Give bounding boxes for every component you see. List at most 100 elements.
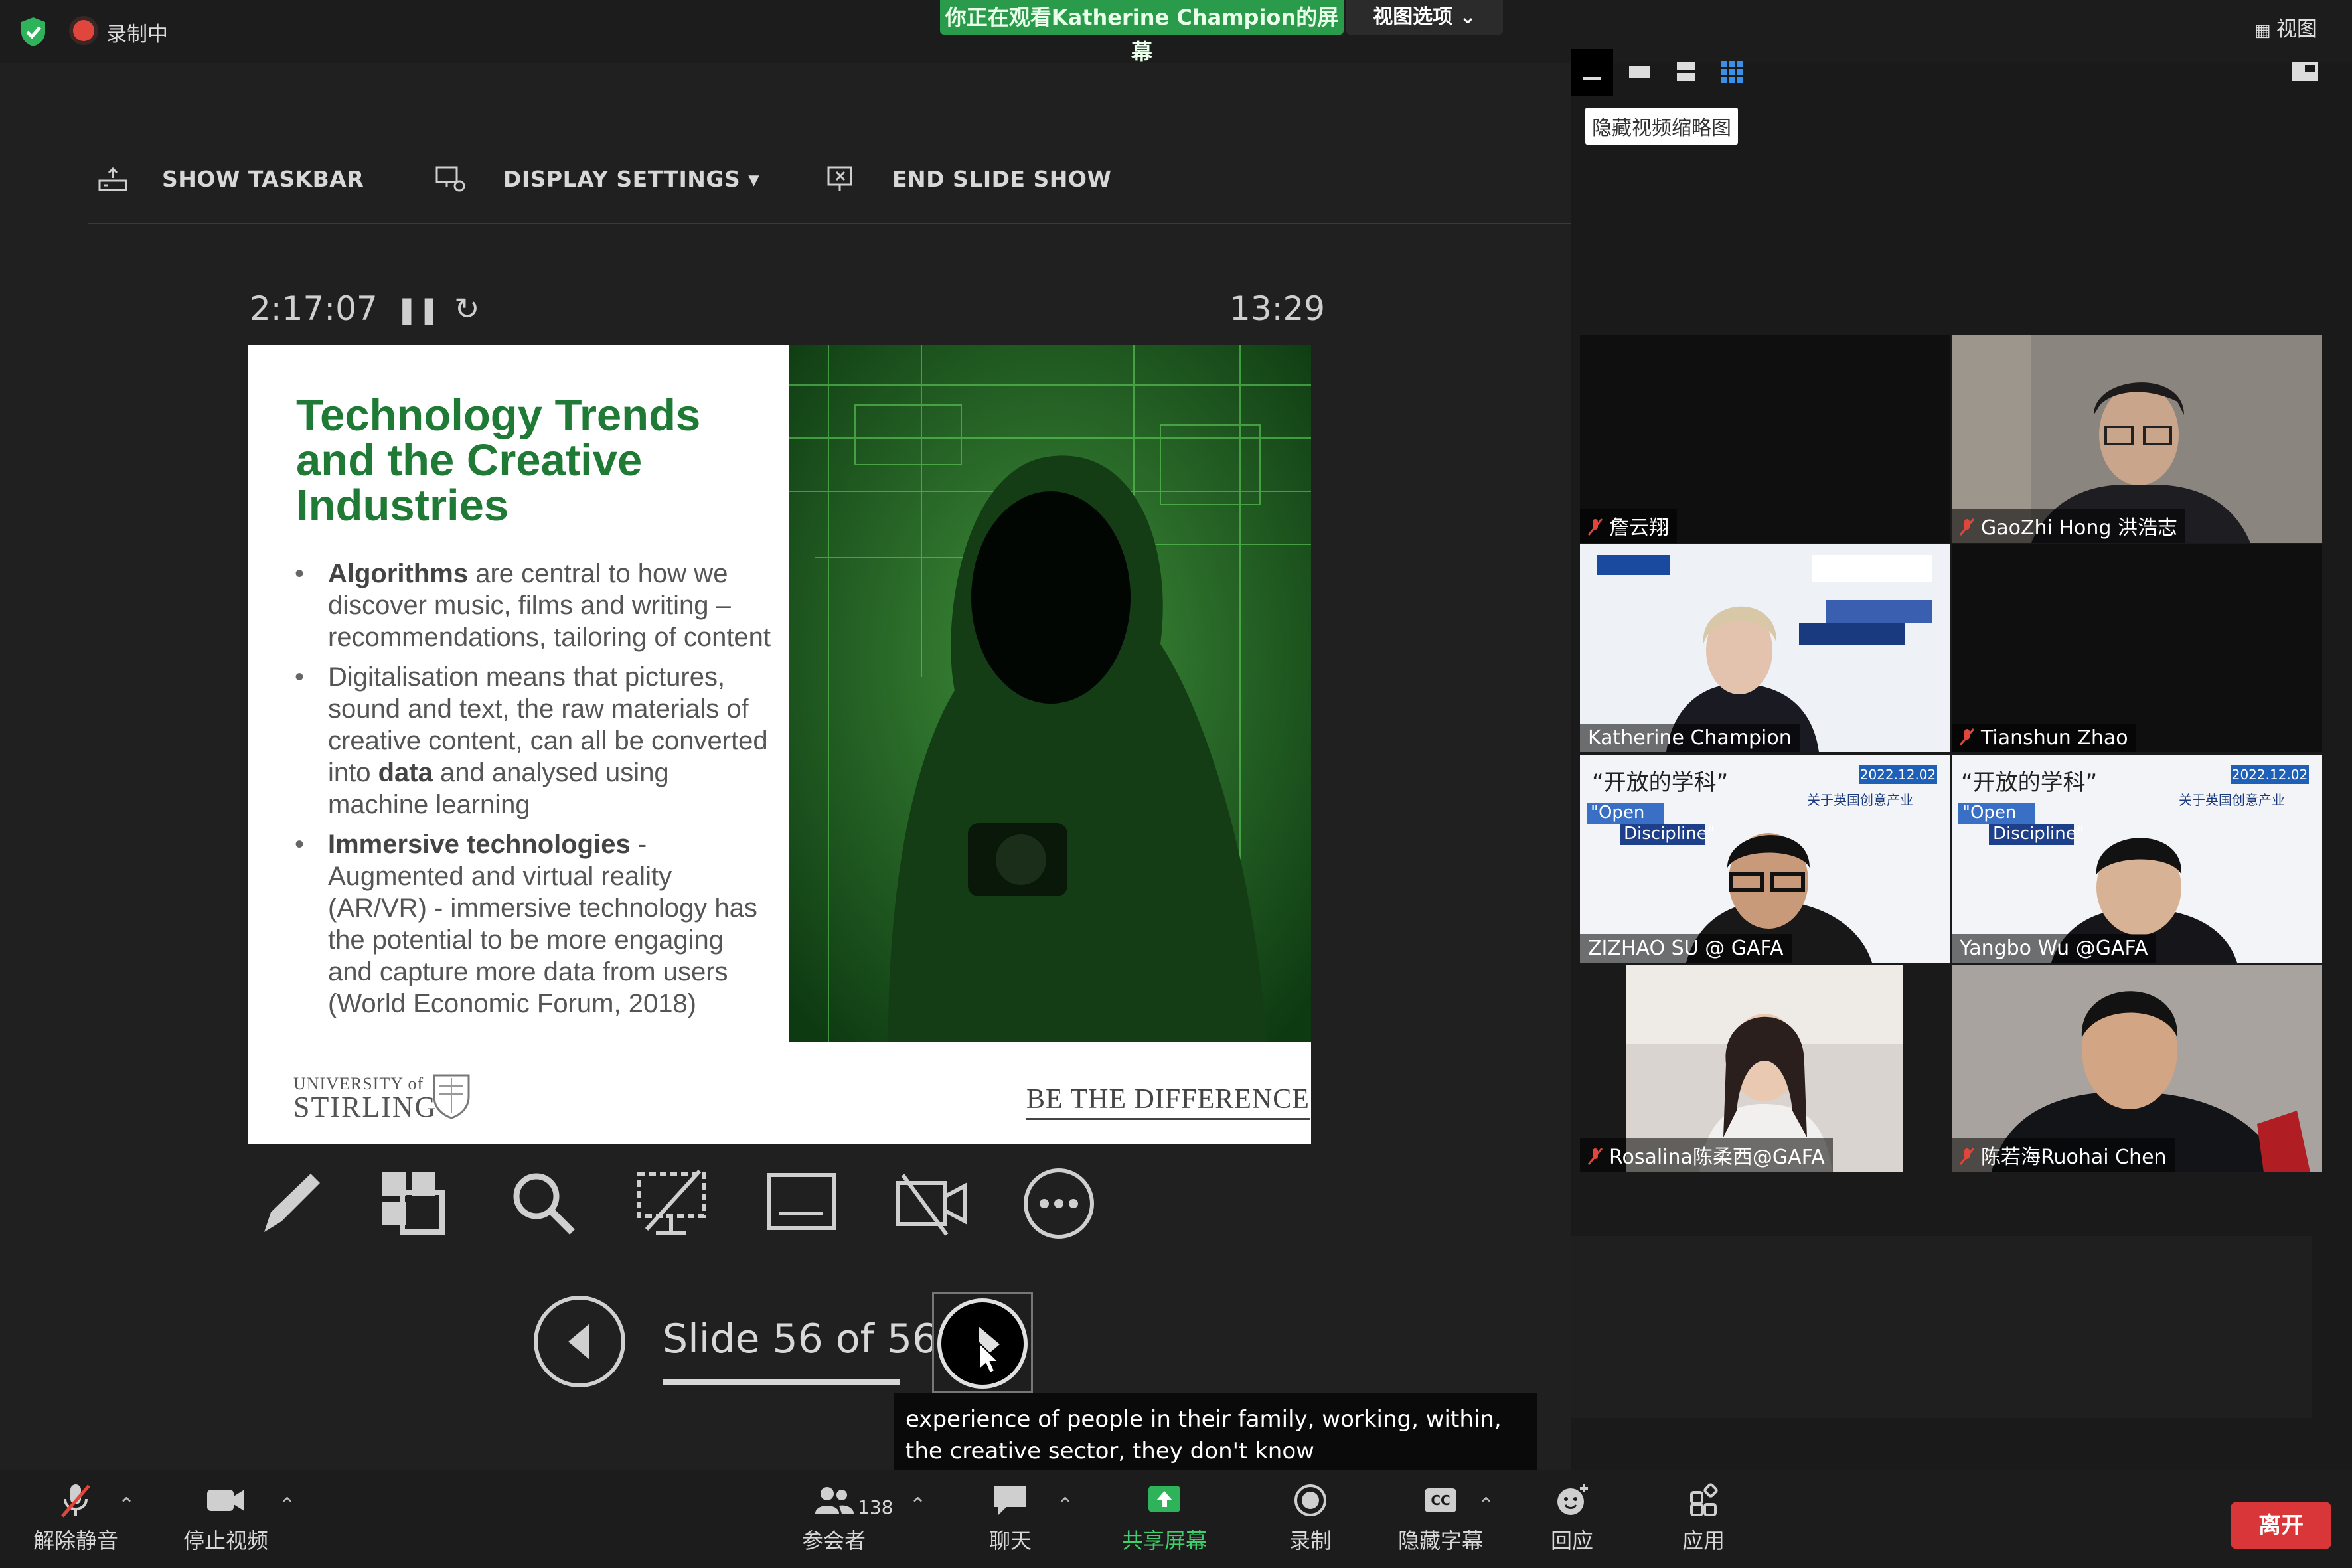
participant-tile-active-speaker[interactable]: Katherine Champion	[1580, 544, 1950, 752]
muted-mic-icon	[1959, 1148, 1975, 1165]
slide-bullet: Algorithms are central to how we discove…	[295, 558, 773, 653]
slide-bullet-list: Algorithms are central to how we discove…	[295, 558, 773, 1028]
participants-options-caret-icon[interactable]: ⌃	[909, 1494, 926, 1517]
participant-tile[interactable]: 詹云翔	[1580, 335, 1950, 543]
participants-button[interactable]: 参会者	[787, 1482, 880, 1555]
bullet-bold: Algorithms	[328, 559, 469, 588]
participant-tile[interactable]: “开放的学科” "Open Discipline" 2022.12.02 关于英…	[1952, 755, 2322, 963]
viewing-screen-banner: 你正在观看Katherine Champion的屏幕	[940, 0, 1344, 64]
reaction-smiley-icon	[1557, 1484, 1588, 1515]
chevron-left-icon	[568, 1324, 589, 1360]
elapsed-timer: 2:17:07	[250, 289, 378, 328]
view-button-label: 视图	[2276, 17, 2317, 41]
slide-title: Technology Trends and the Creative Indus…	[296, 390, 701, 530]
taskbar-icon	[98, 167, 127, 191]
participant-tile[interactable]: “开放的学科” "Open Discipline" 2022.12.02 关于英…	[1580, 755, 1950, 963]
zoom-magnifier-icon[interactable]	[506, 1166, 582, 1242]
pause-timer-icon[interactable]: ❚❚	[396, 295, 440, 325]
slide-bullet: Digitalisation means that pictures, soun…	[295, 661, 773, 821]
video-options-caret-icon[interactable]: ⌃	[279, 1494, 295, 1517]
view-button[interactable]: ▦ 视图	[2254, 12, 2317, 42]
subtitles-icon[interactable]	[763, 1166, 840, 1242]
participant-name-text: GaoZhi Hong 洪浩志	[1981, 516, 2177, 540]
bullet-bold: data	[378, 758, 433, 787]
end-slideshow-icon	[827, 166, 852, 191]
apps-button[interactable]: 应用	[1657, 1482, 1750, 1555]
muted-mic-icon	[1959, 728, 1975, 745]
leave-meeting-button[interactable]: 离开	[2231, 1502, 2331, 1549]
restart-timer-icon[interactable]: ↻	[454, 291, 480, 327]
next-slide-button[interactable]	[937, 1298, 1028, 1389]
participant-count: 138	[858, 1496, 894, 1518]
closed-captions-icon: CC	[1425, 1488, 1456, 1512]
security-shield-icon[interactable]	[19, 16, 48, 48]
participant-tile[interactable]: Rosalina陈柔西@GAFA	[1580, 965, 1950, 1172]
slide-counter: Slide 56 of 56	[663, 1316, 938, 1362]
participants-label: 参会者	[801, 1528, 866, 1553]
stop-video-label: 停止视频	[183, 1528, 268, 1553]
video-camera-icon	[207, 1490, 244, 1511]
display-settings-button[interactable]: DISPLAY SETTINGS ▾	[503, 166, 759, 192]
reactions-label: 回应	[1550, 1528, 1593, 1553]
minimize-view-icon[interactable]	[1572, 57, 1612, 86]
see-all-slides-icon[interactable]	[376, 1166, 452, 1242]
participant-tile[interactable]: Tianshun Zhao	[1952, 544, 2322, 752]
chat-options-caret-icon[interactable]: ⌃	[1057, 1494, 1073, 1517]
show-taskbar-button[interactable]: SHOW TASKBAR	[162, 166, 364, 192]
chat-button[interactable]: 聊天	[964, 1482, 1057, 1555]
participant-name: Yangbo Wu @GAFA	[1952, 934, 2156, 963]
slide-progress-bar	[663, 1379, 900, 1385]
participant-video	[1686, 833, 1872, 963]
previous-slide-button[interactable]	[534, 1296, 625, 1387]
display-settings-icon	[435, 166, 465, 192]
participant-name: Tianshun Zhao	[1952, 724, 2136, 752]
camera-toggle-icon[interactable]	[894, 1166, 970, 1242]
current-time: 13:29	[1229, 289, 1326, 328]
captions-options-caret-icon[interactable]: ⌃	[1478, 1494, 1494, 1517]
speaker-view-icon[interactable]	[1620, 57, 1660, 86]
university-crest-icon	[433, 1074, 470, 1119]
pen-tool-icon[interactable]	[251, 1166, 327, 1242]
participant-name-text: Rosalina陈柔西@GAFA	[1609, 1146, 1825, 1169]
share-screen-icon	[1148, 1486, 1180, 1512]
slide-bullet: Immersive technologies - Augmented and v…	[295, 828, 773, 1020]
svg-text:CC: CC	[1431, 1492, 1450, 1508]
participant-name: Katherine Champion	[1580, 724, 1800, 752]
unmute-button[interactable]: 解除静音	[29, 1482, 122, 1555]
pop-out-gallery-icon[interactable]	[2285, 57, 2325, 86]
hide-captions-button[interactable]: CC 隐藏字幕	[1394, 1482, 1487, 1555]
muted-mic-icon	[1587, 518, 1603, 536]
participant-name-text: Tianshun Zhao	[1981, 726, 2128, 749]
participant-video	[2051, 838, 2237, 963]
university-name: STIRLING	[293, 1091, 437, 1123]
audio-options-caret-icon[interactable]: ⌃	[118, 1494, 135, 1517]
more-options-icon[interactable]	[1021, 1166, 1097, 1242]
unmute-label: 解除静音	[33, 1528, 118, 1553]
participant-tile[interactable]: GaoZhi Hong 洪浩志	[1952, 335, 2322, 543]
reactions-button[interactable]: 回应	[1526, 1482, 1618, 1555]
hide-video-thumbnails-tooltip[interactable]: 隐藏视频缩略图	[1585, 108, 1738, 145]
strip-view-icon[interactable]	[1666, 57, 1706, 86]
share-screen-button[interactable]: 共享屏幕	[1118, 1482, 1211, 1555]
participant-name: GaoZhi Hong 洪浩志	[1952, 509, 2185, 543]
participant-name-text: 詹云翔	[1609, 516, 1669, 540]
share-screen-label: 共享屏幕	[1121, 1528, 1207, 1553]
participant-name-text: 陈若海Ruohai Chen	[1981, 1146, 2167, 1169]
toolbar-divider	[88, 223, 1571, 224]
black-screen-icon[interactable]	[633, 1166, 710, 1242]
participant-tile[interactable]: 陈若海Ruohai Chen	[1952, 965, 2322, 1172]
hooded-hacker-image	[789, 345, 1311, 1042]
participant-name: ZIZHAO SU @ GAFA	[1580, 934, 1792, 963]
view-options-button[interactable]: 视图选项 ⌄	[1346, 0, 1503, 35]
muted-mic-icon	[1587, 1148, 1603, 1165]
end-slide-show-button[interactable]: END SLIDE SHOW	[892, 166, 1111, 192]
participant-name: 詹云翔	[1580, 509, 1677, 543]
grid-view-icon[interactable]	[1711, 57, 1751, 86]
recording-indicator-icon	[73, 20, 94, 41]
grid-icon: ▦	[2254, 21, 2276, 40]
participant-name: Rosalina陈柔西@GAFA	[1580, 1138, 1833, 1172]
stop-video-button[interactable]: 停止视频	[179, 1482, 272, 1555]
record-button[interactable]: 录制	[1264, 1482, 1357, 1555]
apps-icon	[1690, 1483, 1718, 1516]
mouse-cursor-icon	[979, 1342, 1000, 1374]
